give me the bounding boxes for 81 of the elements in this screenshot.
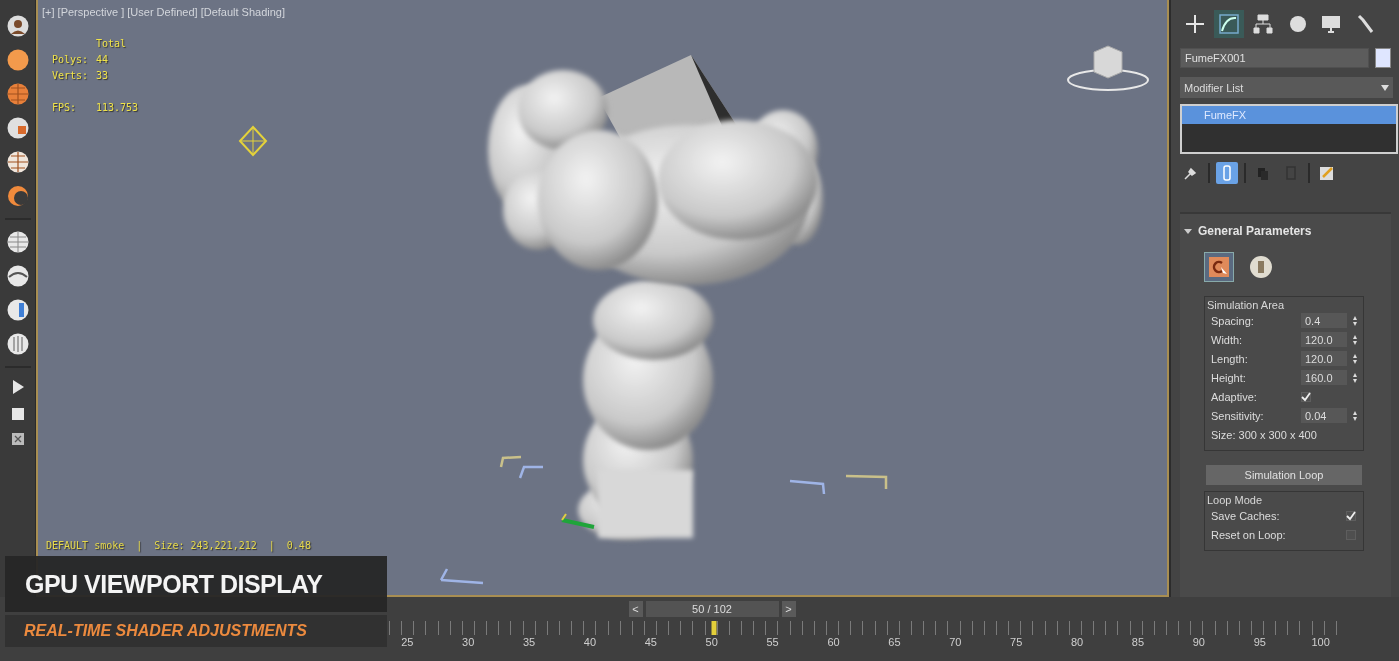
fps-value: 113.753	[96, 102, 139, 113]
object-name-field[interactable]: FumeFX001	[1180, 48, 1369, 68]
spinner-arrows-icon[interactable]	[1353, 353, 1357, 364]
number-field[interactable]: 0.4	[1301, 313, 1347, 328]
field-label: Length:	[1211, 352, 1249, 365]
frame-number: 80	[1070, 636, 1084, 648]
number-field[interactable]: 160.0	[1301, 370, 1347, 385]
grid-sphere-icon[interactable]	[5, 82, 30, 106]
field-label: Width:	[1211, 333, 1244, 346]
field-label: Sensitivity:	[1211, 409, 1265, 422]
globe-icon[interactable]	[5, 230, 30, 254]
caption-title: GPU VIEWPORT DISPLAY	[5, 556, 387, 612]
number-field[interactable]: 120.0	[1301, 351, 1347, 366]
disc-icon[interactable]	[5, 264, 30, 288]
frame-number: 85	[1131, 636, 1145, 648]
collapse-arrow-icon[interactable]	[1184, 227, 1192, 235]
previous-frame-button[interactable]: <	[628, 601, 643, 617]
frame-number: 65	[888, 636, 901, 648]
stat-label: Verts:	[52, 70, 90, 81]
crescent-icon[interactable]	[5, 184, 30, 208]
option-label: Save Caches:	[1211, 509, 1281, 522]
option-label: Reset on Loop:	[1211, 528, 1287, 541]
frame-number: 55	[766, 636, 779, 648]
frame-number: 60	[827, 636, 840, 648]
frame-number: 100	[1311, 636, 1330, 648]
field-label: Spacing:	[1211, 314, 1255, 327]
helper-gizmo-icon[interactable]	[238, 125, 268, 157]
stat-value: 33	[96, 70, 110, 81]
stats-header: Total	[96, 38, 128, 49]
number-field[interactable]: 0.04	[1301, 408, 1347, 423]
field-label: Size: 300 x 300 x 400	[1211, 428, 1318, 441]
next-frame-button[interactable]: >	[781, 601, 796, 617]
bounding-corner-mark	[789, 479, 826, 495]
view-cube-icon[interactable]	[1067, 45, 1149, 91]
frame-number: 45	[644, 636, 657, 648]
bounding-corner-mark	[845, 474, 888, 489]
stat-value: 44	[96, 54, 110, 65]
time-slider-thumb[interactable]	[711, 621, 717, 635]
rollout-title[interactable]: General Parameters	[1198, 224, 1312, 238]
bounding-corner-mark	[439, 567, 485, 585]
frame-number: 40	[583, 636, 597, 648]
stat-label: Polys:	[52, 54, 90, 65]
fps-label: FPS:	[52, 102, 78, 113]
caption-subtitle: REAL-TIME SHADER ADJUSTMENTS	[5, 615, 387, 647]
dropdown-arrow-icon[interactable]	[1381, 84, 1389, 91]
close-box-icon[interactable]	[10, 432, 25, 446]
group-title: Loop Mode	[1207, 494, 1264, 506]
spinner-arrows-icon[interactable]	[1353, 334, 1357, 345]
field-label: Height:	[1211, 371, 1247, 384]
spinner-arrows-icon[interactable]	[1353, 315, 1357, 326]
grid-sphere-icon[interactable]	[5, 150, 30, 174]
frame-counter[interactable]: 50 / 102	[645, 601, 779, 617]
frame-number: 70	[949, 636, 962, 648]
stop-icon[interactable]	[9, 406, 26, 422]
frame-number: 50	[705, 636, 718, 648]
half-sphere-icon[interactable]	[5, 298, 30, 322]
spinner-arrows-icon[interactable]	[1353, 372, 1357, 383]
checkbox[interactable]	[1301, 391, 1311, 402]
modifier-list-dropdown[interactable]: Modifier List	[1180, 77, 1393, 98]
field-label: Adaptive:	[1211, 390, 1258, 403]
checker-sphere-icon[interactable]	[5, 116, 30, 140]
spinner-arrows-icon[interactable]	[1353, 410, 1357, 421]
frame-number: 95	[1253, 636, 1266, 648]
sphere-icon[interactable]	[5, 48, 30, 72]
number-field[interactable]: 120.0	[1301, 332, 1347, 347]
axis-tripod-icon	[561, 513, 595, 529]
simulation-loop-button[interactable]: Simulation Loop	[1206, 465, 1362, 485]
checkbox[interactable]	[1346, 510, 1356, 521]
frame-number: 35	[522, 636, 536, 648]
viewport-status-text: DEFAULT smoke | Size: 243,221,212 | 0.48	[46, 540, 312, 551]
person-avatar-icon[interactable]	[5, 14, 30, 38]
group-title: Simulation Area	[1207, 299, 1286, 311]
frame-number: 90	[1192, 636, 1205, 648]
cylinder-sphere-icon[interactable]	[5, 332, 30, 356]
frame-number: 30	[462, 636, 475, 648]
bounding-corner-mark	[518, 465, 543, 479]
frame-number: 25	[401, 636, 414, 648]
bounding-corner-mark	[499, 455, 522, 468]
viewport-label[interactable]: [+] [Perspective ] [User Defined] [Default Shading]	[42, 6, 1159, 18]
object-color-swatch[interactable]	[1374, 48, 1391, 68]
frame-number: 75	[1010, 636, 1023, 648]
